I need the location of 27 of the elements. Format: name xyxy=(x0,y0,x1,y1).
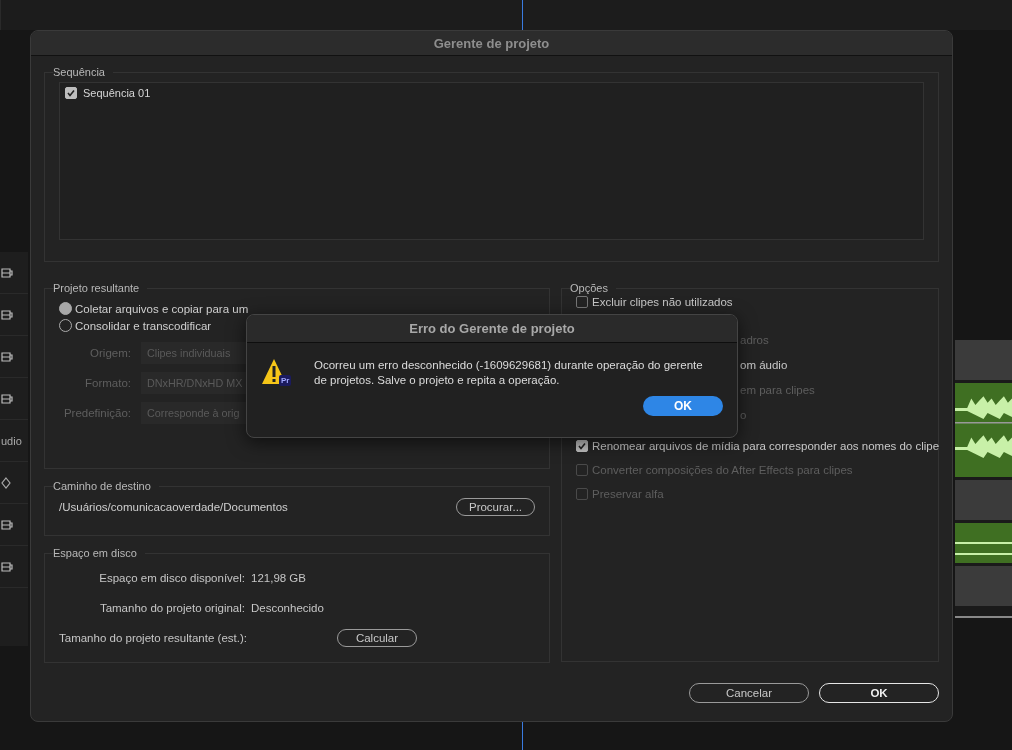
dialog-title: Erro do Gerente de projeto xyxy=(409,321,575,336)
group-title: Espaço em disco xyxy=(53,547,138,559)
track-label: udio xyxy=(1,434,22,447)
radio-label: Consolidar e transcodificar xyxy=(75,319,212,332)
group-title: Projeto resultante xyxy=(53,282,141,294)
field-label: Origem: xyxy=(89,346,131,359)
info-label: Espaço em disco disponível: xyxy=(98,572,245,584)
info-label: Tamanho do projeto resultante (est.): xyxy=(59,632,248,644)
group-title: Caminho de destino xyxy=(53,480,152,492)
destination-path: /Usuários/comunicacaoverdade/Documentos xyxy=(59,501,288,513)
option-label: Excluir clipes não utilizados xyxy=(592,296,733,308)
sequence-name: Sequência 01 xyxy=(83,87,151,99)
group-title: Sequência xyxy=(53,66,106,78)
group-title: Opções xyxy=(570,282,609,294)
option-label: adros xyxy=(740,333,769,346)
info-value: Desconhecido xyxy=(251,602,324,614)
field-label: Predefinição: xyxy=(62,406,131,419)
info-label: Tamanho do projeto original: xyxy=(98,602,245,614)
option-label: Converter composições do After Effects para clipes xyxy=(592,464,853,476)
window-title: Gerente de projeto xyxy=(433,35,550,51)
option-label: Preservar alfa xyxy=(592,488,664,500)
field-label: Formato: xyxy=(84,376,131,389)
info-value: 121,98 GB xyxy=(251,572,306,584)
option-label: Renomear arquivos de mídia para corresponder aos nomes do clipe xyxy=(592,440,940,452)
radio-label: Coletar arquivos e copiar para um xyxy=(75,302,249,315)
app-badge: Pr xyxy=(279,375,292,386)
option-label: om áudio xyxy=(740,358,788,371)
